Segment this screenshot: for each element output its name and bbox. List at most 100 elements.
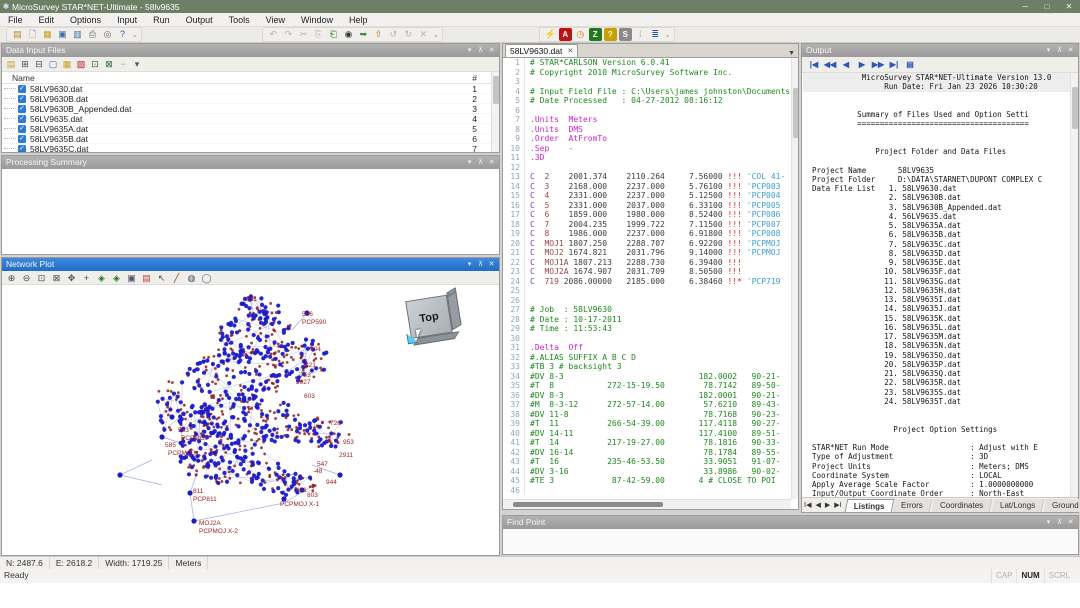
- output-nav-icon-1[interactable]: ◀◀: [823, 59, 837, 71]
- file-checkbox[interactable]: ✓: [18, 125, 26, 133]
- output-tab-ground[interactable]: Ground: [1044, 499, 1080, 512]
- output-body[interactable]: MicroSurvey STAR*NET-Ultimate Version 13…: [803, 73, 1070, 497]
- output-tab-nav-1[interactable]: ◀: [813, 501, 822, 509]
- menu-window[interactable]: Window: [293, 13, 341, 27]
- panel-close-icon[interactable]: ✕: [486, 258, 497, 271]
- file-row[interactable]: ✓58LV9635B.dat6: [2, 134, 491, 144]
- ground-icon[interactable]: S: [619, 28, 632, 41]
- sphere-icon[interactable]: ◯: [200, 272, 213, 284]
- edit-file-icon[interactable]: ▢: [47, 58, 59, 70]
- output-tab-errors[interactable]: Errors: [893, 499, 933, 512]
- tab-close-icon[interactable]: ✕: [567, 45, 573, 57]
- menu-tools[interactable]: Tools: [221, 13, 258, 27]
- file-row[interactable]: ✓56LV9635.dat4: [2, 114, 491, 124]
- menu-run[interactable]: Run: [145, 13, 178, 27]
- open-data-folder-icon[interactable]: ▦: [61, 58, 73, 70]
- tab-list-dropdown-icon[interactable]: ▼: [788, 50, 795, 57]
- print-plot-icon[interactable]: ▤: [140, 272, 153, 284]
- menu-options[interactable]: Options: [62, 13, 109, 27]
- zoom-out-icon[interactable]: ⊖: [20, 272, 33, 284]
- column-number[interactable]: #: [472, 72, 477, 84]
- menu-output[interactable]: Output: [178, 13, 221, 27]
- help-icon[interactable]: ?: [116, 28, 129, 41]
- maximize-button[interactable]: □: [1036, 0, 1058, 13]
- view-cube[interactable]: East Top: [402, 287, 465, 347]
- menu-view[interactable]: View: [258, 13, 293, 27]
- output-scrollbar[interactable]: [1070, 73, 1078, 497]
- save-all-icon[interactable]: ▥: [71, 28, 84, 41]
- print-preview-icon[interactable]: ◎: [101, 28, 114, 41]
- editor-tab[interactable]: 58LV9630.dat ✕: [505, 44, 578, 57]
- list-sep[interactable]: −: [117, 58, 129, 70]
- output-tab-latlongs[interactable]: Lat/Longs: [992, 499, 1045, 512]
- panel-dropdown-icon[interactable]: ▾: [464, 258, 475, 271]
- minimize-button[interactable]: ─: [1014, 0, 1036, 13]
- output-tab-nav-2[interactable]: ▶: [823, 501, 832, 509]
- file-row[interactable]: ✓58LV9630.dat1: [2, 84, 491, 94]
- output-nav-icon-6[interactable]: ▤: [903, 59, 917, 71]
- upload-icon[interactable]: ⇧: [372, 28, 385, 41]
- panel-dropdown-icon[interactable]: ▾: [1043, 516, 1054, 529]
- panel-pin-icon[interactable]: ⊼: [1054, 516, 1065, 529]
- editor-body[interactable]: 1# STAR*CARLSON Version 6.0.412# Copyrig…: [503, 58, 791, 499]
- new-data-file-icon[interactable]: ⊞: [19, 58, 31, 70]
- file-checkbox[interactable]: ✓: [18, 135, 26, 143]
- file-checkbox[interactable]: ✓: [18, 85, 26, 93]
- column-name[interactable]: Name: [12, 72, 35, 84]
- editor-hscrollbar[interactable]: [503, 499, 791, 509]
- time-icon[interactable]: ◷: [574, 28, 587, 41]
- toolbar-overflow-icon[interactable]: ⌄: [132, 31, 138, 39]
- zoom-extents-icon[interactable]: ⊠: [50, 272, 63, 284]
- new-project-icon[interactable]: ▤: [11, 28, 24, 41]
- save-icon[interactable]: ▣: [56, 28, 69, 41]
- file-checkbox[interactable]: ✓: [18, 115, 26, 123]
- output-nav-icon-5[interactable]: ▶|: [887, 59, 901, 71]
- new-file-icon[interactable]: 🗋: [26, 28, 39, 41]
- move-down-icon[interactable]: ⊠: [103, 58, 115, 70]
- output-nav-icon-3[interactable]: ▶: [855, 59, 869, 71]
- center-icon[interactable]: +: [80, 272, 93, 284]
- file-checkbox[interactable]: ✓: [18, 95, 26, 103]
- find-next-icon[interactable]: ➥: [357, 28, 370, 41]
- move-up-icon[interactable]: ⊡: [89, 58, 101, 70]
- run-adjust-icon[interactable]: ⚡: [544, 28, 557, 41]
- menu-file[interactable]: File: [0, 13, 31, 27]
- next-view-icon[interactable]: ◈: [110, 272, 123, 284]
- close-button[interactable]: ✕: [1058, 0, 1080, 13]
- add-file-icon[interactable]: ▤: [5, 58, 17, 70]
- panel-close-icon[interactable]: ✕: [1065, 44, 1076, 57]
- file-row[interactable]: ✓58LV9635C.dat7: [2, 144, 491, 152]
- output-tab-nav-3[interactable]: ▶Ⅰ: [832, 501, 843, 509]
- zoom-in-icon[interactable]: ⊕: [5, 272, 18, 284]
- panel-pin-icon[interactable]: ⊼: [475, 156, 486, 169]
- toolbar-overflow-icon[interactable]: ⌄: [665, 31, 671, 39]
- output-tab-nav-0[interactable]: Ⅰ◀: [802, 501, 813, 509]
- plot-icon[interactable]: ⦙: [634, 28, 647, 41]
- paste-icon[interactable]: ⎗: [327, 28, 340, 41]
- file-row[interactable]: ✓58LV9635A.dat5: [2, 124, 491, 134]
- panel-pin-icon[interactable]: ⊼: [475, 44, 486, 57]
- file-checkbox[interactable]: ✓: [18, 145, 26, 152]
- panel-dropdown-icon[interactable]: ▾: [464, 44, 475, 57]
- output-tab-listings[interactable]: Listings: [844, 499, 893, 512]
- file-row[interactable]: ✓58LV9630B_Appended.dat3: [2, 104, 491, 114]
- panel-pin-icon[interactable]: ⊼: [1054, 44, 1065, 57]
- open-icon[interactable]: ▦: [41, 28, 54, 41]
- errors-icon[interactable]: A: [559, 28, 572, 41]
- coords-icon[interactable]: ?: [604, 28, 617, 41]
- menu-help[interactable]: Help: [341, 13, 376, 27]
- print-icon[interactable]: ⎙: [86, 28, 99, 41]
- output-nav-icon-4[interactable]: ▶▶: [871, 59, 885, 71]
- inverse-icon[interactable]: ╱: [170, 272, 183, 284]
- network-plot-canvas[interactable]: 581586PCP5909040217532027603726953291154…: [2, 285, 499, 555]
- panel-close-icon[interactable]: ✕: [1065, 516, 1076, 529]
- find-point-body[interactable]: [503, 529, 1078, 554]
- rotate-icon[interactable]: ◍: [185, 272, 198, 284]
- menu-input[interactable]: Input: [109, 13, 145, 27]
- prev-view-icon[interactable]: ◈: [95, 272, 108, 284]
- menu-edit[interactable]: Edit: [31, 13, 63, 27]
- editor-vscrollbar[interactable]: [791, 58, 798, 499]
- panel-dropdown-icon[interactable]: ▾: [464, 156, 475, 169]
- output-nav-icon-0[interactable]: |◀: [807, 59, 821, 71]
- delete-file-icon[interactable]: ▧: [75, 58, 87, 70]
